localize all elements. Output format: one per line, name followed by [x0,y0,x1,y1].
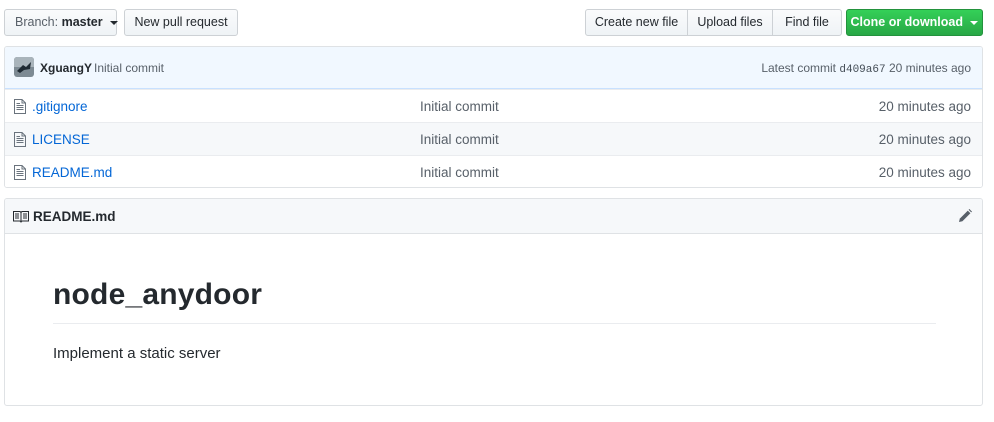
file-name-link[interactable]: README.md [32,165,112,180]
table-row: LICENSE Initial commit 20 minutes ago [5,122,982,155]
file-commit-message-link[interactable]: Initial commit [420,165,499,180]
file-commit-message-link[interactable]: Initial commit [420,132,499,147]
readme-header: README.md [5,199,982,234]
triangle-down-icon [110,20,119,25]
branch-select-button[interactable]: Branch: master [4,9,119,36]
latest-commit-label: Latest commit [761,61,837,75]
clone-or-download-label: Clone or download [850,15,964,29]
create-new-file-button[interactable]: Create new file [585,9,688,36]
latest-commit-info: Latest commit d409a67 20 minutes ago [761,61,971,76]
file-icon [14,99,26,114]
file-age: 20 minutes ago [878,99,971,114]
commit-age: 20 minutes ago [888,61,971,75]
book-icon [13,210,29,223]
file-age: 20 minutes ago [878,132,971,147]
file-actions-group: Create new file Upload files Find file [585,9,842,36]
table-row: README.md Initial commit 20 minutes ago [5,155,982,187]
file-age: 20 minutes ago [878,165,971,180]
file-commit-message-link[interactable]: Initial commit [420,99,499,114]
commit-author-link[interactable]: XguangY [40,61,92,75]
pencil-icon[interactable] [958,209,972,223]
commit-message-link[interactable]: Initial commit [94,61,164,75]
latest-commit-bar: XguangY Initial commit Latest commit d40… [5,47,982,89]
file-name-link[interactable]: LICENSE [32,132,90,147]
readme-filename: README.md [33,209,116,224]
file-name-link[interactable]: .gitignore [32,99,88,114]
new-pull-request-button[interactable]: New pull request [124,9,238,36]
avatar[interactable] [14,57,34,77]
clone-or-download-button[interactable]: Clone or download [846,9,983,36]
commit-sha-link[interactable]: d409a67 [839,64,885,76]
file-icon [14,165,26,180]
file-icon [14,132,26,147]
upload-files-button[interactable]: Upload files [687,9,773,36]
branch-name: master [61,15,103,29]
file-listing: XguangY Initial commit Latest commit d40… [4,46,983,188]
triangle-down-icon [970,20,979,25]
heading-divider [53,323,936,324]
branch-prefix: Branch: [15,15,59,29]
file-navigation-toolbar: Branch: master New pull request Create n… [4,9,984,36]
readme-description: Implement a static server [53,345,221,362]
readme-box: README.md node_anydoor Implement a stati… [4,198,983,406]
table-row: .gitignore Initial commit 20 minutes ago [5,89,982,122]
readme-heading: node_anydoor [53,278,263,311]
find-file-button[interactable]: Find file [772,9,842,36]
